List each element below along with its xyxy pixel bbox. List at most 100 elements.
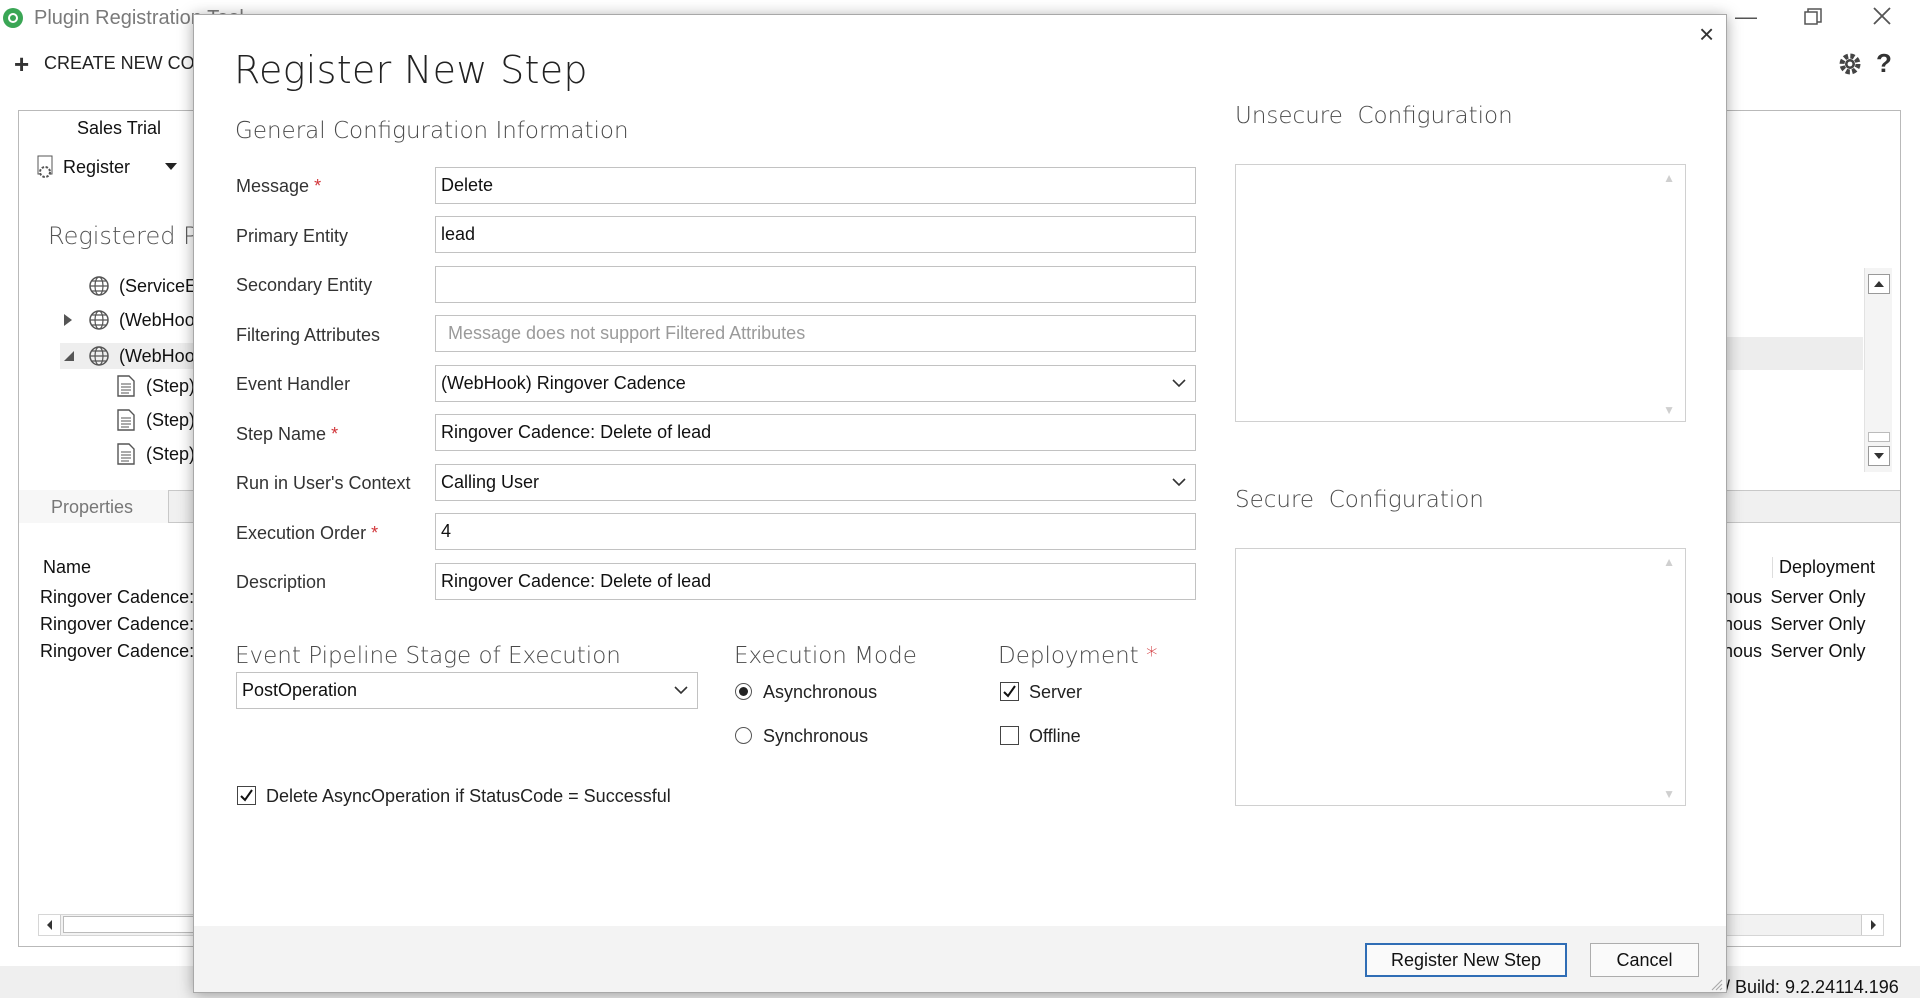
- pipeline-stage-select[interactable]: PostOperation: [236, 672, 698, 709]
- tab-sales-trial[interactable]: Sales Trial: [19, 111, 214, 145]
- globe-icon: [88, 345, 110, 367]
- asynchronous-radio[interactable]: Asynchronous: [735, 681, 935, 705]
- tree-item-selected[interactable]: (WebHook): [60, 343, 210, 369]
- step-name-input[interactable]: Ringover Cadence: Delete of lead: [435, 414, 1196, 451]
- unsecure-config-textarea[interactable]: ▲ ▼: [1235, 164, 1686, 422]
- scroll-left-icon[interactable]: [39, 915, 61, 935]
- restore-icon[interactable]: [1804, 8, 1822, 26]
- mode-cell: nous: [1723, 614, 1763, 634]
- synchronous-radio[interactable]: Synchronous: [735, 725, 935, 749]
- table-row[interactable]: Ringover Cadence:: [40, 614, 194, 641]
- table-row[interactable]: nous Server Only: [1723, 614, 1866, 641]
- offline-label: Offline: [1029, 726, 1081, 746]
- offline-checkbox[interactable]: Offline: [1000, 724, 1120, 748]
- radio-unselected-icon: [735, 727, 752, 744]
- execution-order-input[interactable]: 4: [435, 513, 1196, 550]
- event-handler-label: Event Handler: [236, 374, 351, 394]
- chevron-down-icon: [1171, 375, 1187, 391]
- description-input[interactable]: Ringover Cadence: Delete of lead: [435, 563, 1196, 600]
- filtering-attributes-input[interactable]: Message does not support Filtered Attrib…: [435, 315, 1196, 352]
- scroll-up-icon: ▲: [1663, 171, 1675, 185]
- resize-grip-icon[interactable]: [1709, 977, 1723, 991]
- message-input[interactable]: Delete: [435, 167, 1196, 204]
- asynchronous-label: Asynchronous: [763, 682, 878, 702]
- org-tab-label: Sales Trial: [77, 118, 162, 138]
- execution-order-label-text: Execution Order: [236, 523, 367, 543]
- radio-selected-icon: [735, 683, 752, 700]
- settings-gear-icon[interactable]: [1837, 51, 1863, 77]
- unsecure-config-heading: Unsecure Configuration: [1235, 103, 1513, 129]
- primary-entity-input[interactable]: lead: [435, 216, 1196, 253]
- step-item-label: (Step): [146, 444, 196, 464]
- minimize-icon[interactable]: —: [1735, 6, 1757, 28]
- general-config-heading: General Configuration Information: [235, 118, 629, 144]
- table-row[interactable]: Ringover Cadence:: [40, 641, 194, 668]
- scroll-up-icon[interactable]: [1868, 274, 1890, 294]
- delete-async-checkbox[interactable]: Delete AsyncOperation if StatusCode = Su…: [237, 784, 697, 808]
- table-row[interactable]: nous Server Only: [1723, 587, 1866, 614]
- step-name-label-text: Step Name: [236, 424, 327, 444]
- scroll-down-icon: ▼: [1663, 787, 1675, 801]
- register-menu-button[interactable]: Register: [36, 155, 186, 185]
- server-checkbox[interactable]: Server: [1000, 680, 1120, 704]
- register-step-dialog: × Register New Step General Configuratio…: [193, 14, 1727, 993]
- document-icon: [117, 443, 135, 465]
- collapse-arrow-icon[interactable]: [64, 351, 74, 361]
- tab-properties[interactable]: Properties: [19, 490, 169, 523]
- document-icon: [117, 409, 135, 431]
- globe-icon: [88, 275, 110, 297]
- scroll-thumb[interactable]: [1868, 432, 1890, 442]
- grid-rows-left: Ringover Cadence: Ringover Cadence: Ring…: [40, 587, 194, 668]
- execution-order-label: Execution Order *: [236, 523, 378, 544]
- table-row[interactable]: Ringover Cadence:: [40, 587, 194, 614]
- message-label: Message *: [236, 176, 321, 197]
- deployment-heading: Deployment *: [998, 643, 1158, 669]
- cancel-button[interactable]: Cancel: [1590, 943, 1699, 977]
- checkbox-checked-icon: [1000, 682, 1019, 701]
- mode-cell: nous: [1723, 641, 1763, 661]
- scroll-right-icon[interactable]: [1861, 915, 1883, 935]
- tree-view: (ServiceEndpoint) (WebHook) (WebHook) (S…: [60, 270, 262, 470]
- step-name-label: Step Name *: [236, 424, 338, 445]
- deployment-cell: Server Only: [1770, 614, 1866, 634]
- tree-selection-highlight: [1726, 337, 1863, 370]
- run-context-value: Calling User: [441, 472, 540, 492]
- properties-tab-label: Properties: [51, 497, 134, 517]
- step-item-label: (Step): [146, 410, 196, 430]
- secondary-entity-input[interactable]: [435, 266, 1196, 303]
- pipeline-heading: Event Pipeline Stage of Execution: [235, 643, 621, 669]
- synchronous-label: Synchronous: [763, 726, 869, 746]
- secondary-entity-label: Secondary Entity: [236, 275, 373, 295]
- event-handler-select[interactable]: (WebHook) Ringover Cadence: [435, 365, 1196, 402]
- expand-arrow-icon[interactable]: [64, 314, 72, 326]
- run-context-label: Run in User's Context: [236, 473, 411, 493]
- dropdown-arrow-icon: [165, 163, 177, 171]
- scroll-down-icon: ▼: [1663, 403, 1675, 417]
- secure-config-textarea[interactable]: ▲ ▼: [1235, 548, 1686, 806]
- filtering-attributes-label: Filtering Attributes: [236, 325, 381, 345]
- help-icon[interactable]: ?: [1876, 48, 1892, 79]
- tree-scrollbar[interactable]: [1864, 268, 1892, 472]
- run-context-select[interactable]: Calling User: [435, 464, 1196, 501]
- description-label: Description: [236, 572, 327, 592]
- table-row[interactable]: nous Server Only: [1723, 641, 1866, 668]
- required-asterisk: *: [331, 424, 339, 444]
- register-gear-icon: [36, 155, 58, 179]
- globe-icon: [88, 309, 110, 331]
- scroll-down-icon[interactable]: [1868, 446, 1890, 466]
- dialog-title: Register New Step: [234, 48, 588, 92]
- grid-header-name: Name: [43, 557, 92, 577]
- step-item-label: (Step): [146, 376, 196, 396]
- secure-config-heading: Secure Configuration: [1235, 487, 1484, 513]
- hscroll-thumb[interactable]: [63, 916, 203, 933]
- delete-async-label: Delete AsyncOperation if StatusCode = Su…: [266, 786, 671, 806]
- register-label: Register: [63, 157, 131, 177]
- register-new-step-button[interactable]: Register New Step: [1365, 943, 1567, 977]
- required-asterisk: *: [1146, 643, 1158, 669]
- pipeline-stage-value: PostOperation: [242, 680, 358, 700]
- window-close-icon[interactable]: [1873, 7, 1891, 25]
- mode-cell: nous: [1723, 587, 1763, 607]
- event-handler-value: (WebHook) Ringover Cadence: [441, 373, 686, 393]
- server-label: Server: [1029, 682, 1083, 702]
- dialog-close-button[interactable]: ×: [1699, 21, 1714, 47]
